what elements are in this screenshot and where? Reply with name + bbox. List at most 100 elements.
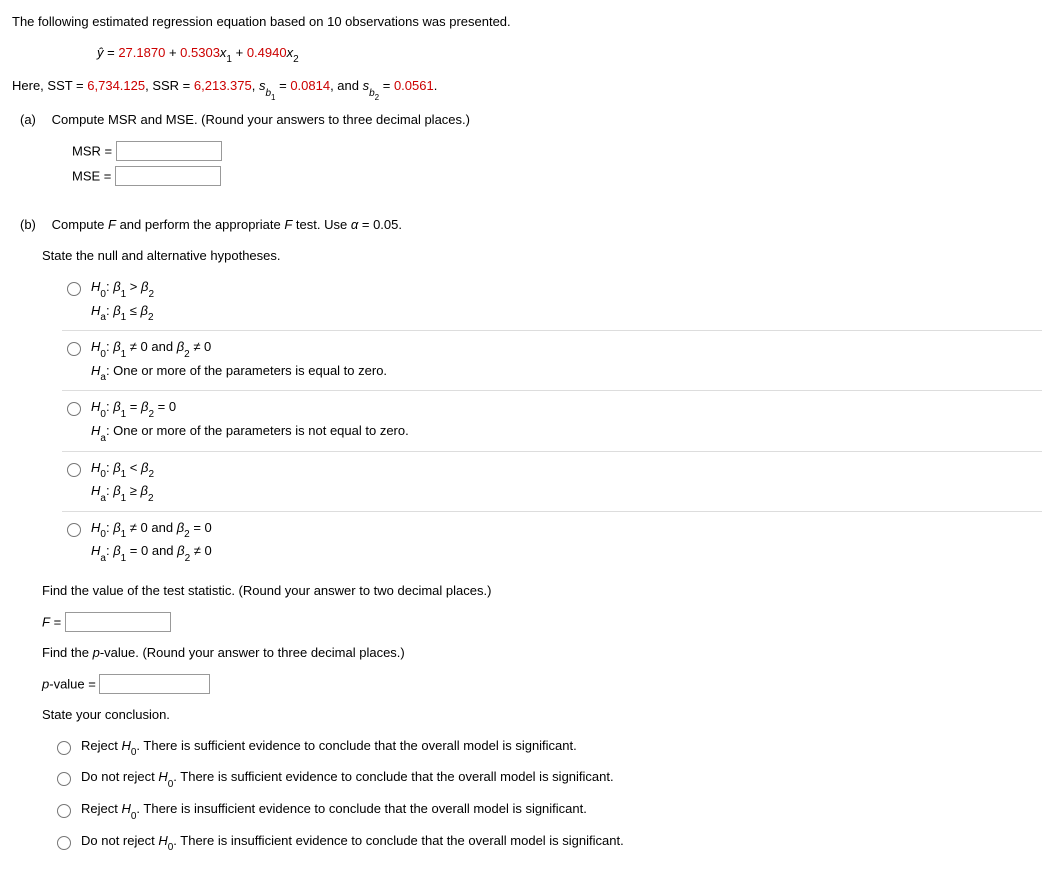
c3-pre: Reject <box>81 801 121 816</box>
part-b-label: (b) <box>20 215 48 236</box>
sb1-1: 1 <box>271 93 275 102</box>
conclusion-option-1: Reject H0. There is sufficient evidence … <box>52 736 1042 762</box>
part-a: (a) Compute MSR and MSE. (Round your ans… <box>12 110 1042 131</box>
h3-Ha-sub: a <box>100 433 106 444</box>
b-text-post: test. Use <box>292 217 351 232</box>
conclusion-text-4: Do not reject H0. There is insufficient … <box>81 831 624 855</box>
sb1-eq: = <box>275 78 290 93</box>
h4-H0: H <box>91 460 100 475</box>
part-a-text: Compute MSR and MSE. (Round your answers… <box>52 112 470 127</box>
conclusion-text-3: Reject H0. There is insufficient evidenc… <box>81 799 587 823</box>
h2-H0-b1: β <box>113 339 120 354</box>
c1-sub: 0 <box>131 747 137 758</box>
hypothesis-option-2: H0: β1 ≠ 0 and β2 ≠ 0 Ha: One or more of… <box>62 337 1042 391</box>
h2-Ha-text: : One or more of the parameters is equal… <box>106 363 387 378</box>
c1-pre: Reject <box>81 738 121 753</box>
find-pval-post: -value. (Round your answer to three deci… <box>100 645 405 660</box>
given-end: . <box>434 78 438 93</box>
h3-H0-op: = <box>126 399 141 414</box>
h3-H0-b1s: 1 <box>121 409 127 420</box>
b-alpha-val: = 0.05. <box>358 217 402 232</box>
pval-label-rest: -value = <box>49 676 99 691</box>
c1-H: H <box>121 738 130 753</box>
F-eq-sign: = <box>50 614 65 629</box>
conclusion-radio-2[interactable] <box>57 772 71 786</box>
sb1-val: 0.0814 <box>290 78 330 93</box>
h2-H0-op: ≠ 0 and <box>126 339 177 354</box>
pval-input[interactable] <box>99 674 210 694</box>
h1-Ha-b1: β <box>113 303 120 318</box>
find-pval-text: Find the p-value. (Round your answer to … <box>42 643 1042 664</box>
h2-Ha-sub: a <box>100 372 106 383</box>
h1-Ha-sub: a <box>100 312 106 323</box>
h5-Ha-op: = 0 and <box>126 543 177 558</box>
sst-val: 6,734.125 <box>87 78 145 93</box>
h5-H0: H <box>91 520 100 535</box>
h4-H0-b2s: 2 <box>148 469 154 480</box>
h4-H0-sub: 0 <box>100 469 106 480</box>
conclusion-radio-1[interactable] <box>57 741 71 755</box>
c4-H: H <box>158 833 167 848</box>
hypothesis-option-3: H0: β1 = β2 = 0 Ha: One or more of the p… <box>62 397 1042 451</box>
h1-H0-b1s: 1 <box>121 289 127 300</box>
part-a-label: (a) <box>20 110 48 131</box>
h4-H0-b1: β <box>113 460 120 475</box>
h2-H0-b1s: 1 <box>121 349 127 360</box>
msr-input[interactable] <box>116 141 222 161</box>
c4-pre: Do not reject <box>81 833 158 848</box>
hypothesis-radio-2[interactable] <box>67 342 81 356</box>
F-input[interactable] <box>65 612 171 632</box>
h3-H0-b1: β <box>113 399 120 414</box>
mse-input[interactable] <box>115 166 221 186</box>
h4-Ha-b2s: 2 <box>148 493 154 504</box>
sb2-eq: = <box>379 78 394 93</box>
h1-Ha-b1s: 1 <box>121 312 127 323</box>
x1-sub: 1 <box>226 54 232 65</box>
sb2-b: b <box>369 88 375 99</box>
h5-Ha-sub: a <box>100 553 106 564</box>
part-b: (b) Compute F and perform the appropriat… <box>12 215 1042 236</box>
conclusion-group: Reject H0. There is sufficient evidence … <box>52 736 1042 856</box>
h1-H0-sub: 0 <box>100 289 106 300</box>
hypothesis-radio-5[interactable] <box>67 523 81 537</box>
sb2-2: 2 <box>375 93 379 102</box>
h1-H0-b2s: 2 <box>148 289 154 300</box>
pval-p: p <box>93 645 100 660</box>
h4-Ha-b1: β <box>113 483 120 498</box>
c2-post: . There is sufficient evidence to conclu… <box>173 769 613 784</box>
h1-H0-b1: β <box>113 279 120 294</box>
const-val: 27.1870 <box>118 45 165 60</box>
h1-Ha: H <box>91 303 100 318</box>
h1-Ha-b2s: 2 <box>148 312 154 323</box>
h1-Ha-b2: β <box>141 303 148 318</box>
find-pval-pre: Find the <box>42 645 93 660</box>
c2-pre: Do not reject <box>81 769 158 784</box>
conclusion-text-1: Reject H0. There is sufficient evidence … <box>81 736 577 760</box>
sep-2: , and <box>330 78 363 93</box>
conclusion-option-3: Reject H0. There is insufficient evidenc… <box>52 799 1042 825</box>
h5-Ha: H <box>91 543 100 558</box>
h2-H0: H <box>91 339 100 354</box>
hypotheses-group: H0: β1 > β2 Ha: β1 ≤ β2 H0: β1 ≠ 0 and β… <box>62 277 1042 571</box>
intro-text: The following estimated regression equat… <box>12 12 1042 33</box>
hypothesis-radio-3[interactable] <box>67 402 81 416</box>
conclusion-radio-4[interactable] <box>57 836 71 850</box>
h5-Ha-b2s: 2 <box>185 553 191 564</box>
c3-sub: 0 <box>131 811 137 822</box>
conclusion-radio-3[interactable] <box>57 804 71 818</box>
h5-H0-b1: β <box>113 520 120 535</box>
hypothesis-text-2: H0: β1 ≠ 0 and β2 ≠ 0 Ha: One or more of… <box>91 337 387 384</box>
h1-H0-op: > <box>126 279 141 294</box>
h4-Ha-sub: a <box>100 493 106 504</box>
c1-post: . There is sufficient evidence to conclu… <box>136 738 576 753</box>
hypothesis-option-5: H0: β1 ≠ 0 and β2 = 0 Ha: β1 = 0 and β2 … <box>62 518 1042 571</box>
c2-sub: 0 <box>168 779 174 790</box>
msr-label: MSR = <box>72 143 112 158</box>
ssr-prefix: , SSR = <box>145 78 194 93</box>
regression-equation: ŷ = 27.1870 + 0.5303x1 + 0.4940x2 <box>97 43 1042 67</box>
hypothesis-radio-4[interactable] <box>67 463 81 477</box>
mse-label: MSE = <box>72 169 111 184</box>
hypothesis-radio-1[interactable] <box>67 282 81 296</box>
h4-H0-b1s: 1 <box>121 469 127 480</box>
b-text-mid: and perform the appropriate <box>116 217 284 232</box>
